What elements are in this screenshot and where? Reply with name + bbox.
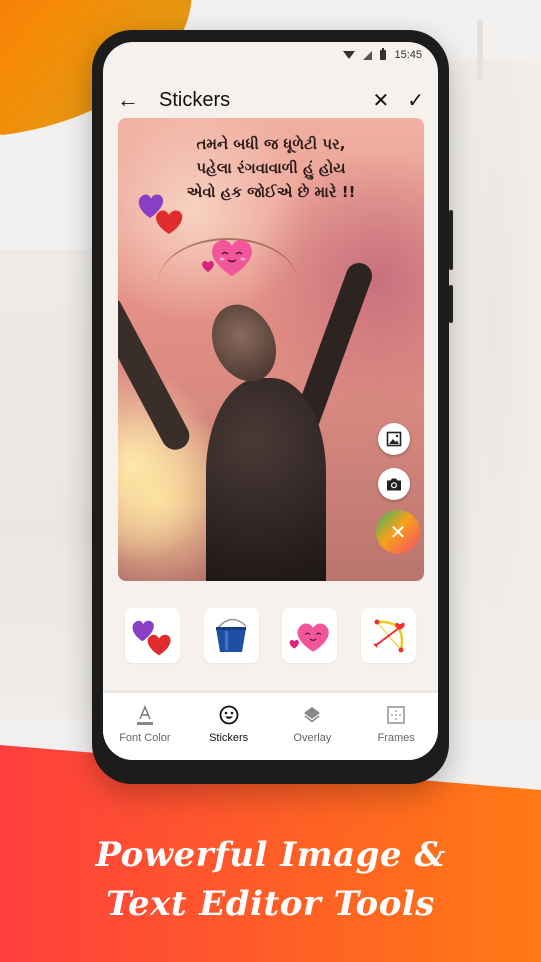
two-hearts-icon: [132, 620, 172, 655]
sticker-option-cupid-bow[interactable]: [361, 608, 417, 663]
quote-line: એવો હક જોઈએ છે મારે !!: [186, 183, 356, 201]
bottom-nav: Font Color Stickers Overlay Frames: [103, 690, 438, 760]
sticker-tray: [103, 608, 438, 668]
power-button: [449, 285, 453, 323]
close-icon: ✕: [389, 521, 407, 544]
nav-frames[interactable]: Frames: [356, 704, 436, 744]
photo-person-body: [206, 378, 326, 581]
volume-button: [449, 210, 453, 270]
app-bar: ← Stickers ✕ ✓: [103, 78, 438, 122]
nav-label: Frames: [377, 731, 415, 744]
smiley-icon: [219, 704, 239, 726]
phone-frame: 15:45 ← Stickers ✕ ✓ તમને બધી જ ધૂળેટી પ…: [92, 30, 453, 784]
background-temple-right: [446, 60, 541, 720]
nav-label: Font Color: [119, 731, 171, 744]
close-icon[interactable]: ✕: [372, 88, 389, 113]
quote-line: તમને બધી જ ધૂળેટી પર,: [196, 135, 346, 153]
signal-icon: [363, 50, 373, 60]
two-hearts-sticker[interactable]: [136, 188, 186, 236]
font-color-icon: [135, 704, 155, 726]
wifi-icon: [343, 51, 356, 59]
phone-screen: 15:45 ← Stickers ✕ ✓ તમને બધી જ ધૂળેટી પ…: [103, 42, 438, 760]
gallery-button[interactable]: [378, 423, 410, 455]
smiling-heart-icon: [289, 623, 329, 652]
nav-font-color[interactable]: Font Color: [105, 704, 185, 744]
camera-button[interactable]: [378, 468, 410, 500]
nav-label: Stickers: [209, 731, 249, 744]
photo-canvas[interactable]: તમને બધી જ ધૂળેટી પર, પહેલા રંગવાવાળી હુ…: [118, 118, 424, 581]
bow-arrow-icon: [372, 619, 405, 652]
promo-headline-line2: Text Editor Tools: [106, 884, 435, 924]
smiling-heart-sticker[interactable]: [200, 232, 256, 280]
nav-overlay[interactable]: Overlay: [272, 704, 352, 744]
nav-label: Overlay: [293, 731, 332, 744]
layers-icon: [302, 704, 322, 726]
quote-text[interactable]: તમને બધી જ ધૂળેટી પર, પહેલા રંગવાવાળી હુ…: [158, 132, 384, 204]
camera-icon: [387, 478, 401, 491]
sticker-option-two-hearts[interactable]: [124, 608, 180, 663]
background-temple-spire: [477, 20, 483, 80]
frame-icon: [386, 704, 406, 726]
arrow-left-icon[interactable]: ←: [117, 87, 147, 113]
status-time: 15:45: [394, 49, 422, 61]
sticker-option-bucket[interactable]: [203, 608, 259, 663]
bucket-icon: [216, 618, 247, 652]
page-title: Stickers: [159, 88, 231, 111]
quote-line: પહેલા રંગવાવાળી હું હોય: [196, 159, 346, 177]
image-icon: [386, 431, 402, 447]
promo-headline-line1: Powerful Image &: [95, 835, 446, 875]
check-icon[interactable]: ✓: [407, 88, 424, 113]
nav-stickers[interactable]: Stickers: [189, 704, 269, 744]
close-fab-button[interactable]: ✕: [376, 510, 420, 554]
status-bar: 15:45: [103, 42, 438, 68]
sticker-option-smiling-heart[interactable]: [282, 608, 338, 663]
battery-icon: [380, 48, 387, 60]
